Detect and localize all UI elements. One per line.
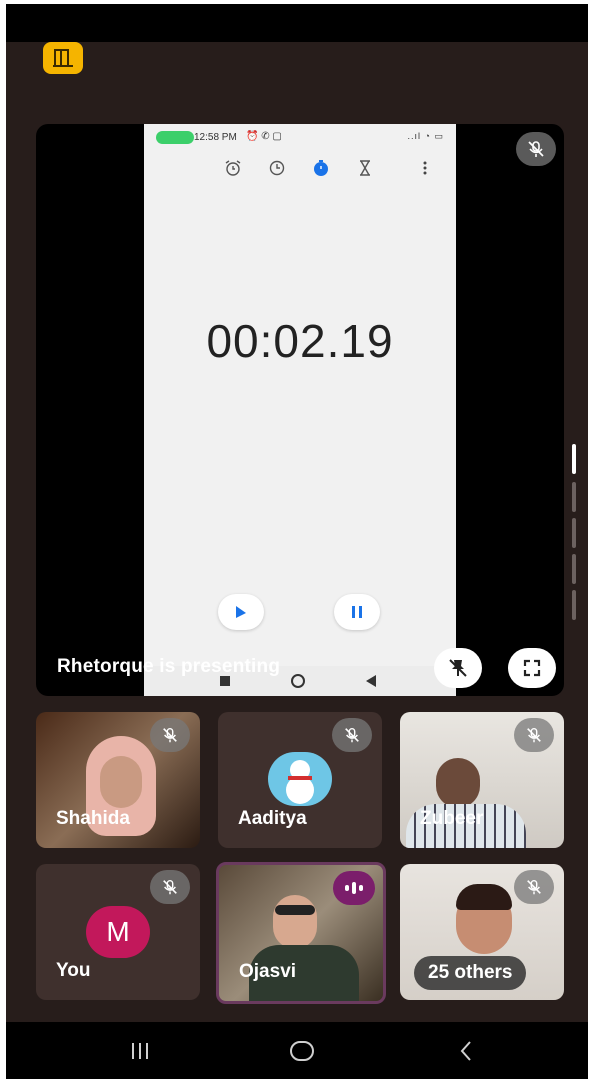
- home-icon: [290, 1041, 314, 1061]
- stopwatch-time: 00:02.19: [206, 315, 394, 367]
- clock-icon: [269, 160, 285, 176]
- shared-screen: 12:58 PM ⏰ ✆ ▢ ..ıl ◔ ▭ 00:02.19: [144, 124, 456, 696]
- participant-face: [273, 895, 317, 949]
- recent-apps-icon: [132, 1043, 148, 1059]
- participant-tile-aaditya[interactable]: Aaditya: [218, 712, 382, 848]
- avatar: M: [86, 906, 150, 958]
- clock-tabbar: [144, 154, 456, 184]
- participant-tile-you[interactable]: M You: [36, 864, 200, 1000]
- presentation-stage[interactable]: 12:58 PM ⏰ ✆ ▢ ..ıl ◔ ▭ 00:02.19 Rhetorq…: [36, 124, 564, 696]
- participant-mic-muted: [514, 870, 554, 904]
- phone-screen: 12:58 PM ⏰ ✆ ▢ ..ıl ◔ ▭ 00:02.19 Rhetorq…: [6, 4, 588, 1079]
- participant-tile-zubeer[interactable]: Zubeer: [400, 712, 564, 848]
- stopwatch-icon: [314, 160, 328, 176]
- participant-tile-ojasvi[interactable]: Ojasvi: [216, 862, 386, 1004]
- glasses: [275, 905, 315, 915]
- timer-icon: [360, 160, 370, 176]
- exit-door-icon: [53, 49, 73, 67]
- shared-status-icons: ⏰ ✆ ▢: [246, 131, 282, 142]
- scroll-indicator-active: [572, 444, 576, 474]
- shared-signal-icons: ..ıl ◔ ▭: [407, 131, 444, 141]
- shared-status-bar: 12:58 PM ⏰ ✆ ▢ ..ıl ◔ ▭: [144, 124, 456, 150]
- shared-home-icon: [291, 674, 305, 688]
- speaking-indicator: [333, 871, 375, 905]
- scroll-indicator-segment: [572, 482, 576, 512]
- mic-off-icon: [345, 727, 359, 743]
- fullscreen-button[interactable]: [508, 648, 556, 688]
- status-bar: [6, 4, 588, 42]
- flag-icon: [236, 606, 246, 618]
- participant-mic-muted: [514, 718, 554, 752]
- fullscreen-icon: [523, 659, 541, 677]
- scroll-indicator-segment: [572, 590, 576, 620]
- participant-name: Aaditya: [238, 808, 307, 829]
- mic-off-icon: [163, 879, 177, 895]
- participant-name: Zubeer: [420, 808, 484, 829]
- unpin-icon: [449, 659, 467, 677]
- participant-tile-shahida[interactable]: Shahida: [36, 712, 200, 848]
- system-nav-bar: [6, 1022, 588, 1079]
- home-button[interactable]: [282, 1036, 322, 1066]
- recent-apps-button[interactable]: [120, 1036, 160, 1066]
- mic-off-icon: [527, 727, 541, 743]
- mic-off-icon: [163, 727, 177, 743]
- participant-name: Ojasvi: [239, 961, 297, 982]
- participant-hair: [456, 884, 512, 910]
- leave-call-button[interactable]: [43, 42, 83, 74]
- lap-button: [218, 594, 264, 630]
- unpin-button[interactable]: [434, 648, 482, 688]
- more-icon: [423, 161, 427, 175]
- pause-icon: [352, 606, 362, 618]
- shared-back-icon: [366, 675, 376, 687]
- participant-mic-muted: [332, 718, 372, 752]
- participant-face: [436, 758, 480, 808]
- snowman-avatar: [268, 752, 332, 806]
- pause-button: [334, 594, 380, 630]
- back-button[interactable]: [446, 1036, 486, 1066]
- participant-name: Shahida: [56, 808, 130, 829]
- presenting-label: Rhetorque is presenting: [57, 656, 281, 677]
- alarm-icon: [225, 160, 241, 176]
- participant-tile-others[interactable]: 25 others: [400, 864, 564, 1000]
- participant-mic-muted: [150, 718, 190, 752]
- scroll-indicator-segment: [572, 518, 576, 548]
- mic-off-icon: [528, 141, 544, 157]
- others-count-pill: 25 others: [414, 956, 527, 990]
- mic-in-use-pill: [156, 131, 194, 144]
- back-icon: [460, 1041, 471, 1061]
- participant-name: You: [56, 960, 91, 981]
- mic-off-icon: [527, 879, 541, 895]
- scroll-indicator-segment: [572, 554, 576, 584]
- stage-mic-muted: [516, 132, 556, 166]
- participant-mic-muted: [150, 870, 190, 904]
- shared-status-time: 12:58 PM: [194, 132, 237, 143]
- participant-face: [100, 756, 142, 808]
